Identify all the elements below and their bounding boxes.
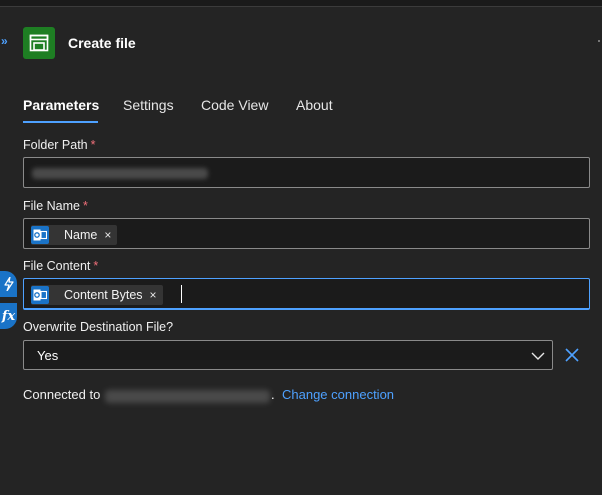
clear-icon[interactable] — [564, 347, 580, 366]
tab-parameters[interactable]: Parameters — [23, 97, 99, 113]
tab-code-view[interactable]: Code View — [201, 97, 268, 113]
panel-edge-dot — [598, 40, 600, 42]
action-title: Create file — [68, 35, 136, 51]
dynamic-content-token[interactable]: Content Bytes × — [31, 285, 163, 305]
folder-path-input[interactable] — [23, 157, 590, 188]
tab-about[interactable]: About — [296, 97, 333, 113]
remove-token-icon[interactable]: × — [150, 288, 157, 302]
required-marker: * — [93, 259, 99, 273]
file-content-label: File Content * — [23, 259, 99, 273]
outlook-icon — [31, 226, 49, 244]
file-name-label: File Name * — [23, 199, 88, 213]
connection-suffix: . — [271, 387, 275, 402]
dynamic-content-token[interactable]: Name × — [31, 225, 118, 245]
file-folder-icon — [23, 27, 55, 59]
collapse-icon[interactable]: » — [1, 34, 8, 48]
overwrite-value: Yes — [37, 348, 59, 363]
tab-settings[interactable]: Settings — [123, 97, 174, 113]
file-name-input[interactable]: Name × — [23, 218, 590, 249]
required-marker: * — [90, 138, 96, 152]
file-content-input[interactable]: Content Bytes × — [23, 278, 590, 310]
required-marker: * — [82, 199, 88, 213]
overwrite-select[interactable]: Yes — [23, 340, 553, 370]
outlook-icon — [31, 286, 49, 304]
active-tab-indicator — [23, 121, 98, 123]
token-label: Content Bytes — [64, 288, 143, 302]
connection-prefix: Connected to — [23, 387, 101, 402]
chevron-down-icon — [531, 349, 545, 364]
folder-path-label: Folder Path * — [23, 138, 96, 152]
top-bar — [0, 0, 602, 7]
dynamic-content-lightning-icon[interactable] — [0, 271, 17, 297]
token-label: Name — [64, 228, 98, 242]
change-connection-link[interactable]: Change connection — [282, 387, 394, 402]
overwrite-label: Overwrite Destination File? — [23, 320, 174, 334]
redacted-path — [32, 168, 208, 179]
remove-token-icon[interactable]: × — [104, 228, 111, 242]
expression-fx-icon[interactable]: fx — [0, 303, 17, 329]
redacted-connection — [105, 390, 270, 403]
action-panel: » Create file Parameters Settings Code V… — [0, 7, 602, 495]
text-caret — [181, 285, 182, 303]
